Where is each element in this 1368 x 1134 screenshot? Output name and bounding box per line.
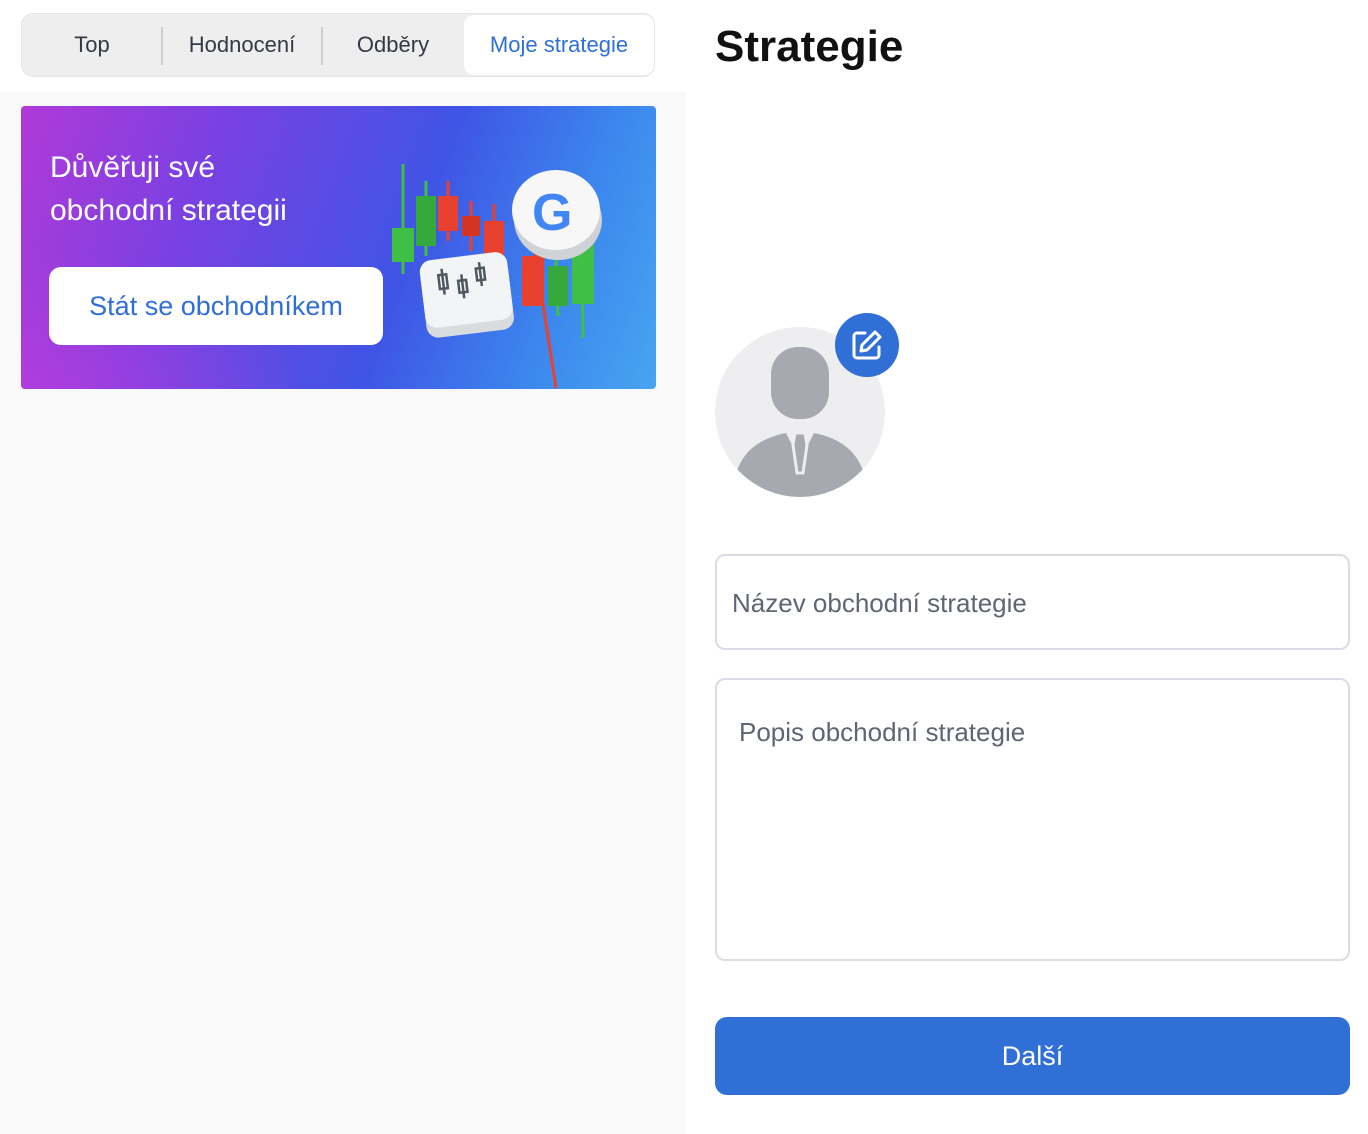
- strategy-name-placeholder: Název obchodní strategie: [732, 588, 1027, 618]
- candle-green: [548, 266, 568, 306]
- candle-red: [462, 216, 480, 236]
- banner-title-line2: obchodní strategii: [50, 194, 287, 227]
- strategy-name-field[interactable]: Název obchodní strategie: [715, 554, 1350, 650]
- tab-hodnoceni[interactable]: Hodnocení: [162, 14, 322, 76]
- tab-odbery[interactable]: Odběry: [322, 14, 464, 76]
- candle-green: [392, 228, 414, 262]
- svg-text:G: G: [532, 184, 572, 242]
- candle-green: [416, 196, 436, 246]
- left-panel: Top Hodnocení Odběry Moje strategie Důvě…: [0, 0, 686, 1134]
- edit-icon: [852, 330, 882, 360]
- candle-red: [438, 196, 458, 231]
- page-title: Strategie: [715, 22, 904, 71]
- banner-title-line1: Důvěřuji své: [50, 151, 216, 184]
- candlestick-illustration: G: [392, 164, 602, 389]
- tab-top[interactable]: Top: [22, 14, 162, 76]
- google-coin: G: [512, 170, 602, 260]
- candle-key: [419, 252, 514, 338]
- tab-moje-strategie[interactable]: Moje strategie: [464, 15, 654, 75]
- strategy-description-field[interactable]: Popis obchodní strategie: [715, 678, 1350, 961]
- candle-red: [522, 256, 544, 306]
- next-button[interactable]: Další: [715, 1017, 1350, 1095]
- banner-title: Důvěřuji své obchodní strategii: [50, 146, 370, 232]
- tabs-area: Top Hodnocení Odběry Moje strategie: [0, 0, 686, 92]
- strategy-description-placeholder: Popis obchodní strategie: [739, 717, 1026, 747]
- become-trader-button[interactable]: Stát se obchodníkem: [49, 267, 383, 345]
- become-trader-banner: Důvěřuji své obchodní strategii Stát se …: [21, 106, 656, 389]
- tab-bar: Top Hodnocení Odběry Moje strategie: [21, 13, 655, 77]
- edit-avatar-button[interactable]: [835, 313, 899, 377]
- strategy-form-panel: Strategie Název obchodní strategie Popis…: [686, 0, 1368, 1134]
